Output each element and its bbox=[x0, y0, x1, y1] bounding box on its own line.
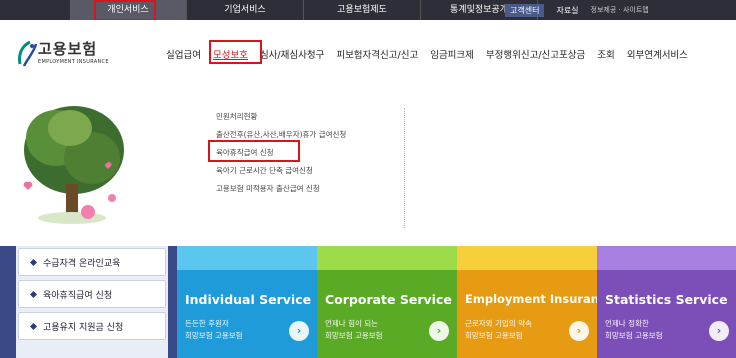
nav-fraud-report[interactable]: 부정행위신고/신고포상금 bbox=[486, 47, 585, 61]
bullet-icon bbox=[29, 322, 38, 330]
service-name: Statistics Service bbox=[605, 292, 728, 307]
service-desc: 언제나 힘이 되는 희망보험 고용보험 bbox=[325, 319, 383, 340]
service-name: Employment Insurance bbox=[465, 292, 614, 306]
top-bar: 개인서비스 기업서비스 고용보험제도 통계및정보공개 고객센터 자료실 정보제공… bbox=[0, 0, 736, 21]
submenu-item-uninsured-birth[interactable]: 고용보험 미적용자 출산급여 신청 bbox=[216, 180, 346, 198]
quick-link-label: 수급자격 온라인교육 bbox=[43, 258, 121, 269]
service-card-statistics[interactable]: Statistics Service 언제나 정확한 희망보험 고용보험 › bbox=[597, 246, 736, 358]
service-name: Corporate Service bbox=[325, 292, 452, 307]
panel-divider bbox=[404, 108, 405, 228]
customer-center-link[interactable]: 고객센터 bbox=[505, 3, 545, 17]
highlight-box-childcare-leave bbox=[208, 140, 300, 162]
quick-links: 수급자격 온라인교육 육아휴직급여 신청 고용유지 지원금 신청 bbox=[16, 246, 168, 358]
service-desc: 든든한 후원자 희망보험 고용보험 bbox=[185, 319, 243, 340]
sitemap-link[interactable]: 정보제공 · 사이트맵 bbox=[591, 5, 649, 15]
quick-link-label: 육아휴직급여 신청 bbox=[43, 290, 113, 301]
logo-mark-icon bbox=[18, 40, 38, 67]
tab-corporate[interactable]: 기업서비스 bbox=[187, 0, 304, 20]
chevron-right-icon[interactable]: › bbox=[709, 321, 729, 341]
chevron-right-icon[interactable]: › bbox=[429, 321, 449, 341]
service-card-employment-insurance[interactable]: Employment Insurance 근로자와 기업의 약속 희망보험 고용보… bbox=[457, 246, 614, 358]
quick-link-label: 고용유지 지원금 신청 bbox=[43, 322, 124, 333]
highlight-box-personal-tab bbox=[94, 0, 156, 21]
tree-illustration bbox=[23, 106, 124, 224]
nav-review[interactable]: 심사/재심사청구 bbox=[260, 47, 324, 61]
card-top-band bbox=[457, 246, 597, 270]
quick-link-employment-retention[interactable]: 고용유지 지원금 신청 bbox=[18, 312, 166, 340]
submenu-item-reduced-hours[interactable]: 육아기 근로시간 단축 급여신청 bbox=[216, 162, 346, 180]
service-desc: 근로자와 기업의 약속 희망보험 고용보험 bbox=[465, 319, 532, 340]
nav-wage-peak[interactable]: 임금피크제 bbox=[430, 47, 474, 61]
quick-link-online-education[interactable]: 수급자격 온라인교육 bbox=[18, 248, 166, 276]
logo-subtitle: EMPLOYMENT INSURANCE bbox=[38, 59, 109, 65]
service-desc: 언제나 정확한 희망보험 고용보험 bbox=[605, 319, 663, 340]
card-top-band bbox=[597, 246, 736, 270]
highlight-box-maternity bbox=[209, 40, 262, 64]
quick-link-childcare-leave[interactable]: 육아휴직급여 신청 bbox=[18, 280, 166, 308]
header: 고용보험 EMPLOYMENT INSURANCE 실업급여 모성보호 심사/재… bbox=[0, 20, 736, 88]
nav-inquiry[interactable]: 조회 bbox=[597, 47, 614, 61]
dropdown-panel: 민원처리현황 출산전후(유산,사산,배우자)휴가 급여신청 육아휴직급여 신청 … bbox=[0, 88, 736, 246]
tab-insurance-system[interactable]: 고용보험제도 bbox=[304, 0, 421, 20]
service-name: Individual Service bbox=[185, 292, 312, 307]
nav-unemployment[interactable]: 실업급여 bbox=[166, 47, 201, 61]
service-card-corporate[interactable]: Corporate Service 언제나 힘이 되는 희망보험 고용보험 › bbox=[317, 246, 457, 358]
service-card-individual[interactable]: Individual Service 든든한 후원자 희망보험 고용보험 › bbox=[177, 246, 317, 358]
nav-qualification[interactable]: 피보험자격신고/신고 bbox=[336, 47, 418, 61]
logo-title: 고용보험 bbox=[38, 40, 98, 58]
chevron-right-icon[interactable]: › bbox=[569, 321, 589, 341]
utility-links: 고객센터 자료실 정보제공 · 사이트맵 bbox=[505, 0, 653, 20]
submenu-item-status[interactable]: 민원처리현황 bbox=[216, 108, 346, 126]
site-logo[interactable]: 고용보험 EMPLOYMENT INSURANCE bbox=[16, 38, 126, 78]
bullet-icon bbox=[29, 258, 38, 266]
card-top-band bbox=[317, 246, 457, 270]
bullet-icon bbox=[29, 290, 38, 298]
nav-external[interactable]: 외부연계서비스 bbox=[627, 47, 688, 61]
library-link[interactable]: 자료실 bbox=[556, 5, 578, 16]
chevron-right-icon[interactable]: › bbox=[289, 321, 309, 341]
card-top-band bbox=[177, 246, 317, 270]
